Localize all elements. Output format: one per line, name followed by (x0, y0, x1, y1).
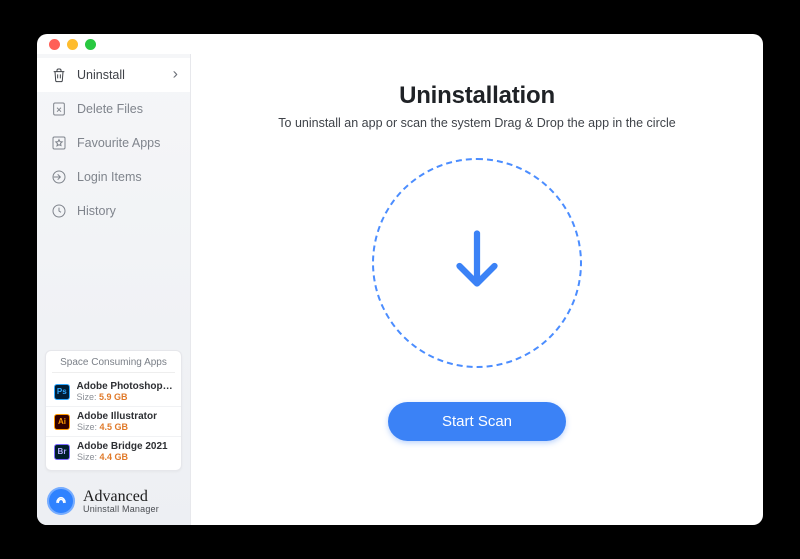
brand-name-bottom: Uninstall Manager (83, 505, 159, 514)
page-title: Uninstallation (399, 82, 555, 110)
trash-icon (51, 67, 67, 83)
window-minimize-button[interactable] (67, 39, 78, 50)
arrow-down-icon (447, 226, 507, 301)
window-zoom-button[interactable] (85, 39, 96, 50)
start-scan-button[interactable]: Start Scan (388, 402, 566, 441)
app-icon-illustrator: Ai (54, 414, 70, 430)
space-consuming-apps-card: Space Consuming Apps Ps Adobe Photoshop … (45, 350, 182, 471)
space-app-row[interactable]: Ps Adobe Photoshop 2... Size: 5.9 GB (46, 377, 181, 406)
sidebar-item-favourite-apps[interactable]: Favourite Apps (37, 126, 190, 160)
sidebar-item-login-items[interactable]: Login Items (37, 160, 190, 194)
star-box-icon (51, 135, 67, 151)
brand-logo-icon (47, 487, 75, 515)
app-name: Adobe Illustrator (77, 411, 157, 422)
sidebar-nav: Uninstall Delete Files Favourite Apps (37, 54, 190, 228)
brand-name-top: Advanced (83, 489, 159, 505)
drop-zone[interactable] (372, 158, 582, 368)
window-titlebar (37, 34, 763, 54)
app-name: Adobe Photoshop 2... (77, 381, 173, 392)
sidebar-item-uninstall[interactable]: Uninstall (37, 58, 190, 92)
app-size: Size: 5.9 GB (77, 392, 173, 402)
app-icon-photoshop: Ps (54, 384, 70, 400)
sidebar: Uninstall Delete Files Favourite Apps (37, 54, 191, 525)
app-window: Uninstall Delete Files Favourite Apps (37, 34, 763, 525)
sidebar-item-label: Login Items (77, 170, 142, 184)
sidebar-item-label: History (77, 204, 116, 218)
sidebar-item-label: Favourite Apps (77, 136, 160, 150)
sidebar-item-delete-files[interactable]: Delete Files (37, 92, 190, 126)
app-icon-bridge: Br (54, 444, 70, 460)
page-subtitle: To uninstall an app or scan the system D… (278, 116, 675, 130)
login-icon (51, 169, 67, 185)
file-x-icon (51, 101, 67, 117)
space-app-row[interactable]: Ai Adobe Illustrator Size: 4.5 GB (46, 406, 181, 436)
app-name: Adobe Bridge 2021 (77, 441, 168, 452)
app-size: Size: 4.4 GB (77, 452, 168, 462)
sidebar-item-label: Uninstall (77, 68, 125, 82)
app-size: Size: 4.5 GB (77, 422, 157, 432)
space-app-row[interactable]: Br Adobe Bridge 2021 Size: 4.4 GB (46, 436, 181, 466)
main-panel: Uninstallation To uninstall an app or sc… (191, 54, 763, 525)
window-close-button[interactable] (49, 39, 60, 50)
clock-icon (51, 203, 67, 219)
brand: Advanced Uninstall Manager (37, 479, 190, 525)
space-card-title: Space Consuming Apps (52, 357, 175, 373)
sidebar-item-label: Delete Files (77, 102, 143, 116)
sidebar-item-history[interactable]: History (37, 194, 190, 228)
